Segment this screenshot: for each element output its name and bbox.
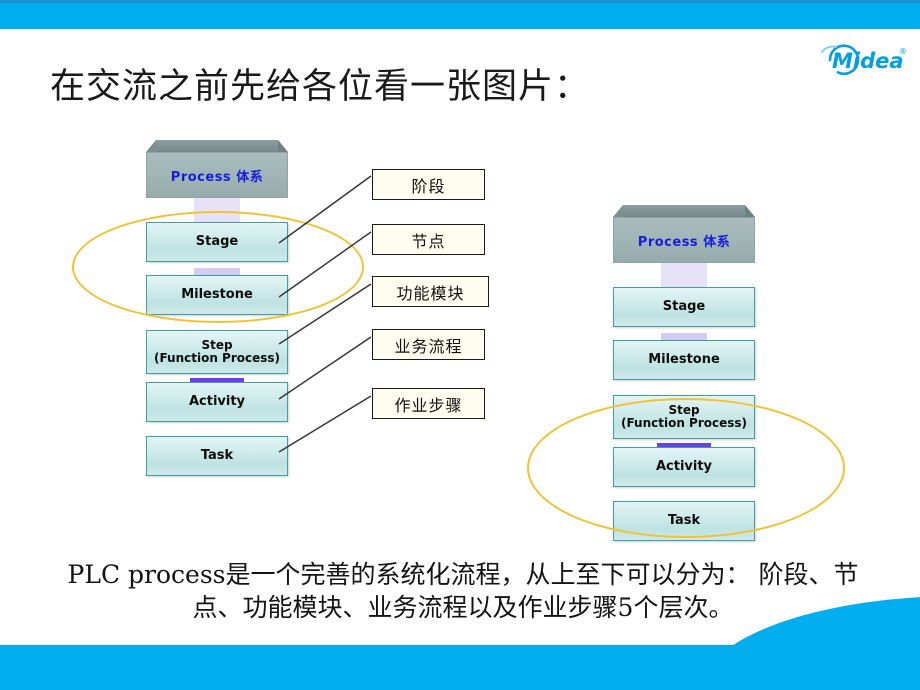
left-node-task-label: Task <box>200 448 234 464</box>
callout-label-node: 节点 <box>411 231 446 251</box>
right-node-stage: Stage <box>613 287 755 327</box>
callout-label-function-module: 功能模块 <box>396 283 465 303</box>
trademark-symbol: ® <box>899 47 907 56</box>
midea-logo: Midea ® <box>800 36 910 84</box>
left-node-step-label-line2: (Function Process) <box>153 351 281 365</box>
right-node-milestone: Milestone <box>613 340 755 380</box>
top-accent-bar <box>0 0 920 29</box>
callout-label-work-step: 作业步骤 <box>394 395 463 415</box>
summary-line-1: PLC process是一个完善的系统化流程，从上至下可以分为： <box>67 560 751 589</box>
left-node-step-label: Step (Function Process) <box>154 339 280 364</box>
summary-paragraph: PLC process是一个完善的系统化流程，从上至下可以分为： 阶段、节点、功… <box>48 558 878 624</box>
callout-box-business-process: 业务流程 <box>372 329 485 360</box>
midea-wordmark: Midea <box>832 49 904 73</box>
left-node-activity: Activity <box>146 382 288 422</box>
right-highlight-ellipse <box>527 398 845 538</box>
page-title: 在交流之前先给各位看一张图片： <box>50 67 591 107</box>
callout-label-stage: 阶段 <box>411 176 446 196</box>
callout-box-node: 节点 <box>372 224 485 255</box>
callout-box-stage: 阶段 <box>372 169 485 200</box>
callout-box-function-module: 功能模块 <box>372 276 489 307</box>
callout-label-business-process: 业务流程 <box>394 336 463 356</box>
slide-canvas: 在交流之前先给各位看一张图片： Midea ® Process 体系 Stage… <box>0 0 920 690</box>
callout-box-work-step: 作业步骤 <box>372 388 485 419</box>
left-node-step: Step (Function Process) <box>146 330 288 374</box>
left-highlight-ellipse <box>72 211 364 323</box>
midea-logo-icon: Midea ® <box>821 44 907 76</box>
left-node-task: Task <box>146 436 288 476</box>
right-node-stage-label: Stage <box>662 299 706 315</box>
right-node-milestone-label: Milestone <box>648 352 720 368</box>
left-node-activity-label: Activity <box>188 394 246 410</box>
